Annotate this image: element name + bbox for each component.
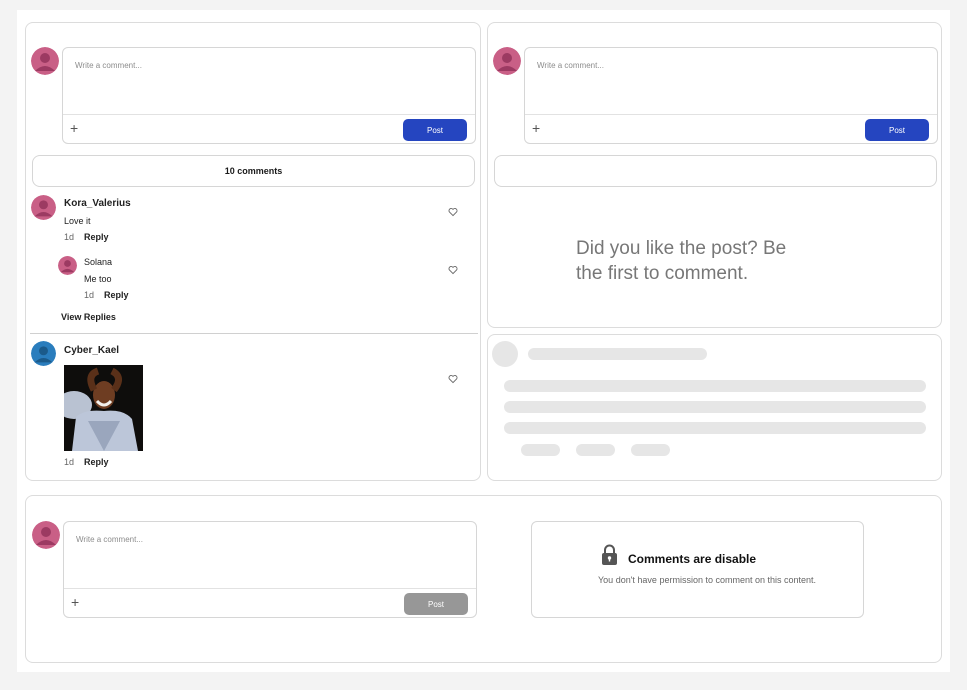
skeleton-avatar <box>492 341 518 367</box>
comment-composer: Write a comment... + Post <box>63 521 477 618</box>
comment-username[interactable]: Kora_Valerius <box>64 198 131 209</box>
comment-input[interactable]: Write a comment... <box>75 61 465 111</box>
comment-composer: Write a comment... + Post <box>62 47 476 144</box>
avatar[interactable] <box>31 341 56 366</box>
disabled-title: Comments are disable <box>628 552 757 566</box>
lock-icon <box>602 544 617 565</box>
current-user-avatar <box>32 521 60 549</box>
disabled-comments-panel: Write a comment... + Post Comments are d… <box>25 495 942 663</box>
reply-meta: 1d Reply <box>84 290 129 300</box>
comments-panel: Write a comment... + Post 10 comments Ko… <box>25 22 481 481</box>
divider <box>30 333 478 334</box>
skeleton-line <box>504 380 926 392</box>
comment-count-bar[interactable]: 10 comments <box>32 155 475 187</box>
disabled-description: You don't have permission to comment on … <box>598 575 817 585</box>
current-user-avatar <box>493 47 521 75</box>
reply-username[interactable]: Solana <box>84 257 112 267</box>
loading-skeleton-panel <box>487 334 942 481</box>
skeleton-chip <box>521 444 560 456</box>
comment-count-bar[interactable] <box>494 155 937 187</box>
heart-icon[interactable] <box>448 265 458 275</box>
comment-time: 1d <box>64 457 75 467</box>
empty-state-line: the first to comment. <box>576 263 749 284</box>
reply-button[interactable]: Reply <box>84 232 109 242</box>
composer-toolbar: + Post <box>63 114 475 143</box>
skeleton-line <box>504 401 926 413</box>
post-button[interactable]: Post <box>404 593 468 615</box>
canvas: Write a comment... + Post 10 comments Ko… <box>17 10 950 672</box>
comments-disabled-card: Comments are disable You don't have perm… <box>531 521 864 618</box>
composer-toolbar: + Post <box>64 588 476 617</box>
reply-text: Me too <box>84 274 112 284</box>
comment-meta: 1d Reply <box>64 457 109 467</box>
post-button[interactable]: Post <box>865 119 929 141</box>
heart-icon[interactable] <box>448 207 458 217</box>
skeleton-line <box>504 422 926 434</box>
plus-icon[interactable]: + <box>70 120 78 136</box>
empty-state-message: Did you like the post? Be the first to c… <box>576 236 786 286</box>
comment-text: Love it <box>64 216 91 226</box>
plus-icon[interactable]: + <box>71 594 79 610</box>
post-button[interactable]: Post <box>403 119 467 141</box>
comment-input[interactable]: Write a comment... <box>76 535 466 585</box>
comment-username[interactable]: Cyber_Kael <box>64 345 119 356</box>
comment-meta: 1d Reply <box>64 232 109 242</box>
empty-state-line: Did you like the post? Be <box>576 238 787 259</box>
skeleton-chip <box>631 444 670 456</box>
reply-button[interactable]: Reply <box>104 290 129 300</box>
reply-button[interactable]: Reply <box>84 457 109 467</box>
comment-input[interactable]: Write a comment... <box>537 61 927 111</box>
current-user-avatar <box>31 47 59 75</box>
avatar[interactable] <box>58 256 77 275</box>
comment-composer: Write a comment... + Post <box>524 47 938 144</box>
skeleton-line <box>528 348 707 360</box>
comment-time: 1d <box>64 232 75 242</box>
view-replies-link[interactable]: View Replies <box>61 312 116 322</box>
skeleton-chip <box>576 444 615 456</box>
avatar[interactable] <box>31 195 56 220</box>
reply-time: 1d <box>84 290 95 300</box>
plus-icon[interactable]: + <box>532 120 540 136</box>
empty-comments-panel: Write a comment... + Post Did you like t… <box>487 22 942 328</box>
composer-toolbar: + Post <box>525 114 937 143</box>
heart-icon[interactable] <box>448 374 458 384</box>
comment-image[interactable] <box>64 365 143 451</box>
